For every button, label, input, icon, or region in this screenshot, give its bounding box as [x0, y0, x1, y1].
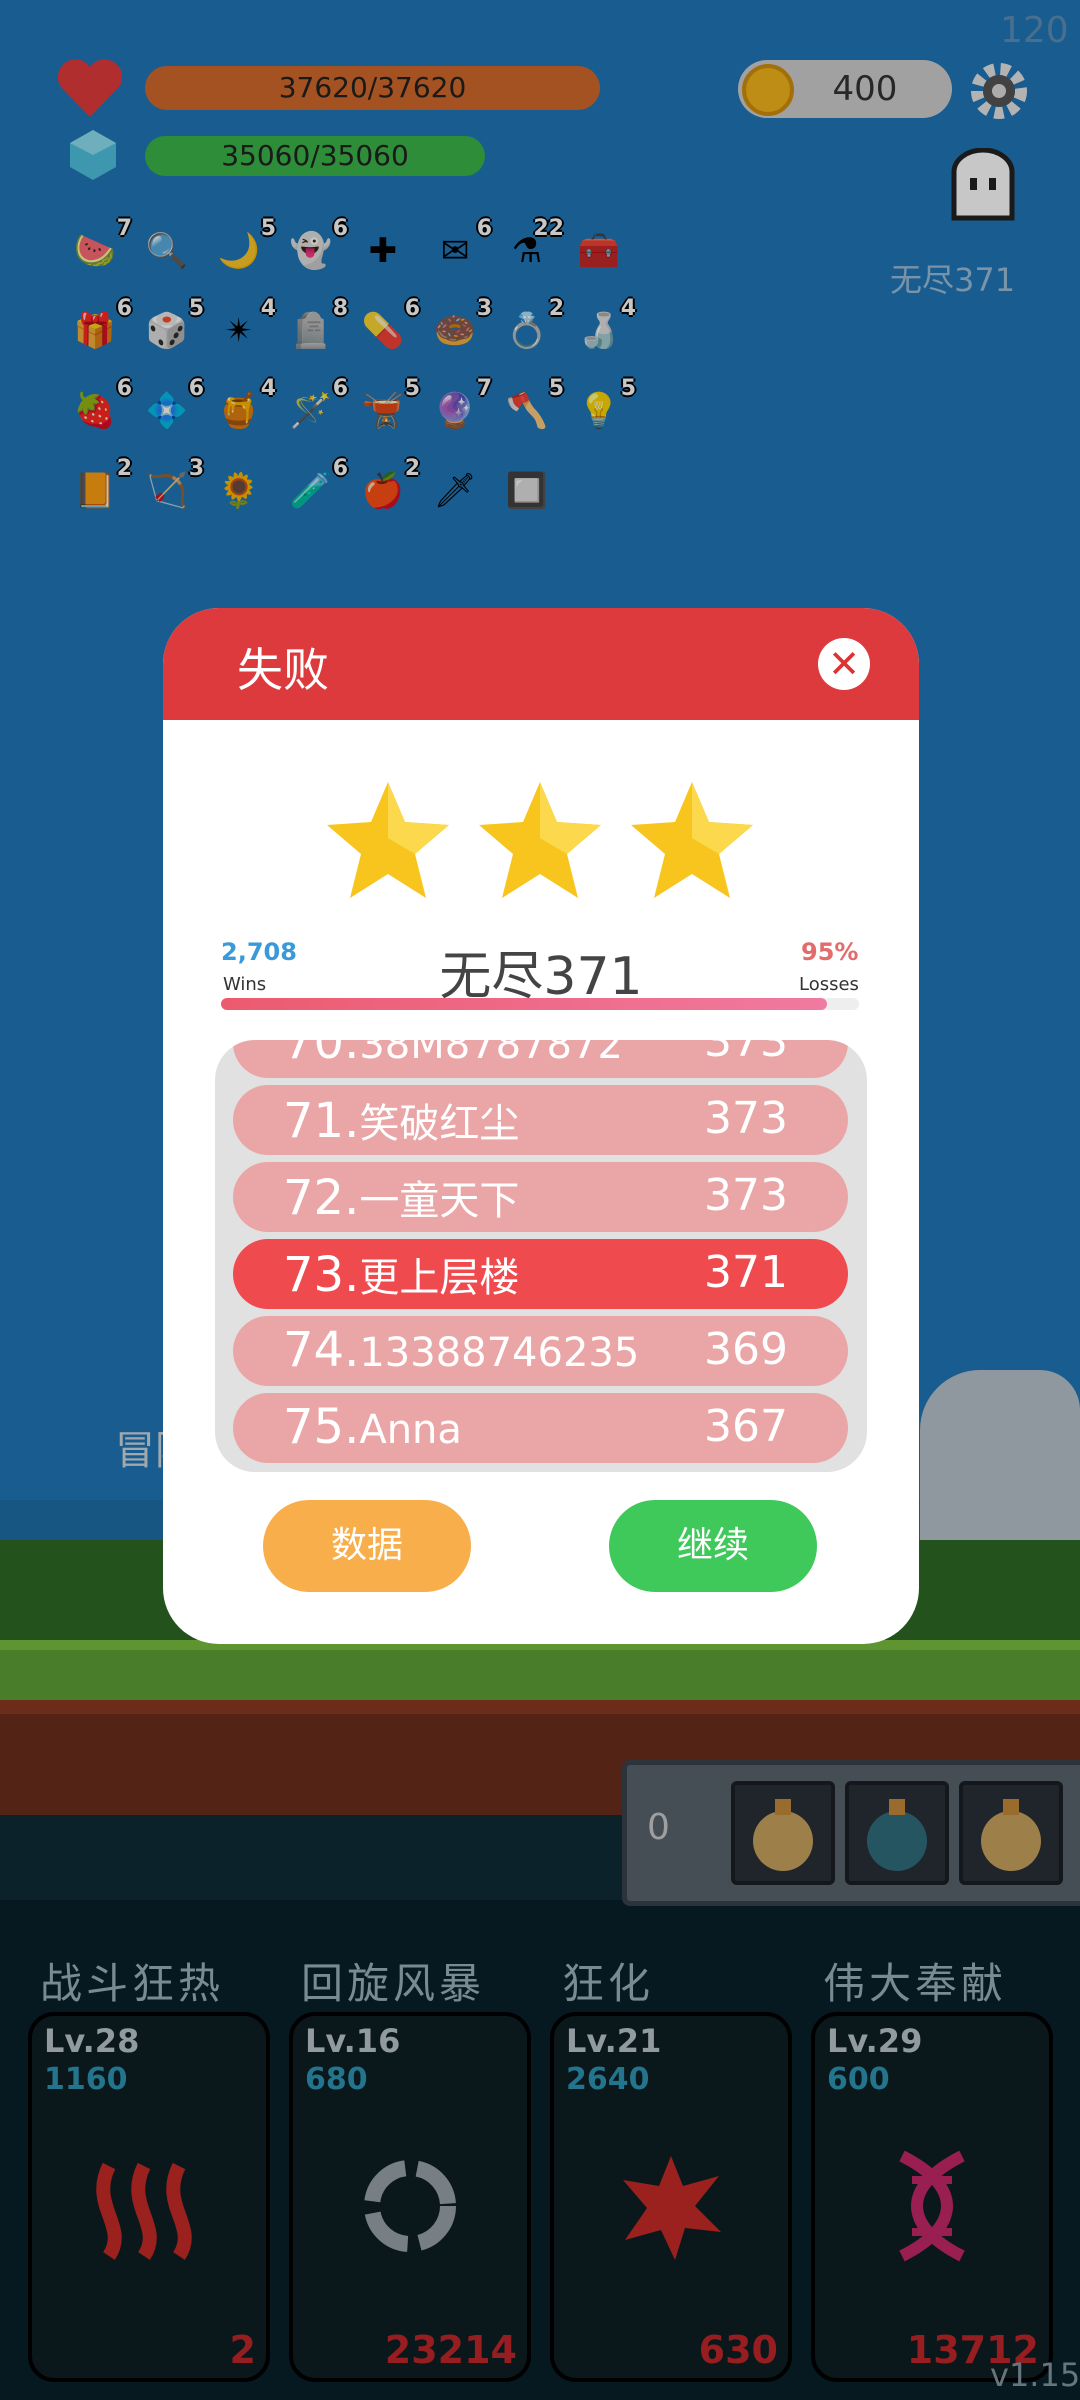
progress-fill	[221, 998, 828, 1010]
losses-label: Losses	[799, 974, 859, 995]
ranking-name: 74.13388746235	[283, 1322, 639, 1378]
wins-value: 2,708	[221, 938, 297, 966]
ranking-row: 74.13388746235 369	[233, 1316, 848, 1386]
ranking-name: 70.38M8787872	[283, 1040, 623, 1070]
star-icon	[479, 782, 601, 898]
ranking-list[interactable]: 70.38M8787872 373 71.笑破红尘 373 72.一童天下 373 73.更…	[215, 1040, 867, 1472]
close-button[interactable]: ✕	[818, 638, 870, 690]
ranking-name: 72.一童天下	[283, 1168, 519, 1226]
data-button[interactable]: 数据	[263, 1500, 471, 1592]
ranking-position: 71.	[283, 1093, 360, 1149]
ranking-position: 74.	[283, 1322, 360, 1378]
ranking-name: 71.笑破红尘	[283, 1091, 519, 1149]
defeat-dialog: 失败 ✕ 2,708 Wins 无尽371 95% Losses 70.38M8…	[163, 608, 919, 1644]
ranking-score: 373	[704, 1170, 788, 1221]
ranking-position: 72.	[283, 1170, 360, 1226]
ranking-name: 73.更上层楼	[283, 1245, 519, 1303]
ranking-position: 75.	[283, 1399, 360, 1455]
progress-bar	[221, 998, 859, 1010]
ranking-player: 一童天下	[359, 1178, 520, 1224]
close-icon: ✕	[828, 642, 860, 686]
ranking-player: 13388746235	[359, 1330, 640, 1376]
ranking-player: 38M8787872	[359, 1040, 623, 1068]
ranking-row-current: 73.更上层楼 371	[233, 1239, 848, 1309]
ranking-player: 更上层楼	[359, 1255, 520, 1301]
ranking-position: 70.	[283, 1040, 360, 1070]
continue-button[interactable]: 继续	[609, 1500, 817, 1592]
ranking-row: 71.笑破红尘 373	[233, 1085, 848, 1155]
ranking-score: 373	[704, 1040, 788, 1067]
ranking-row: 70.38M8787872 373	[233, 1040, 848, 1078]
ranking-score: 373	[704, 1093, 788, 1144]
wins-label: Wins	[223, 974, 267, 995]
ranking-row: 75.Anna 367	[233, 1393, 848, 1463]
star-icon	[327, 782, 449, 898]
ranking-score: 367	[704, 1401, 788, 1452]
star-icon	[631, 782, 753, 898]
losses-value: 95%	[801, 938, 859, 966]
dialog-title: 失败	[237, 643, 329, 697]
ranking-score: 371	[704, 1247, 788, 1298]
ranking-player: Anna	[359, 1407, 462, 1453]
ranking-score: 369	[704, 1324, 788, 1375]
ranking-player: 笑破红尘	[359, 1101, 520, 1147]
ranking-position: 73.	[283, 1247, 360, 1303]
ranking-name: 75.Anna	[283, 1399, 462, 1455]
ranking-row: 72.一童天下 373	[233, 1162, 848, 1232]
